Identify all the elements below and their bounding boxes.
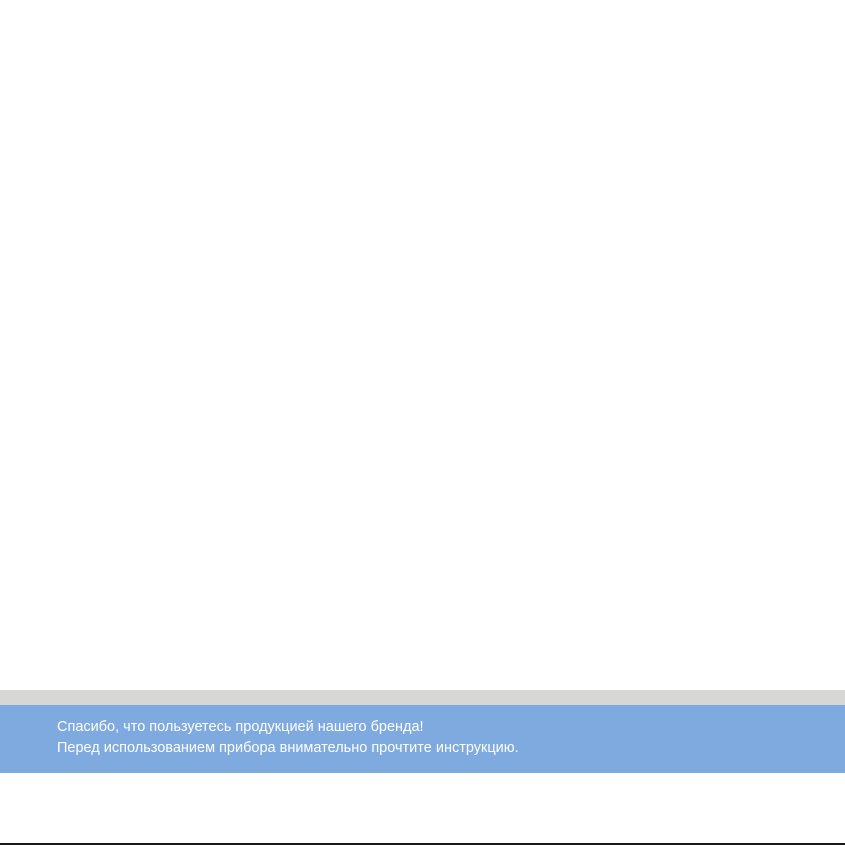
document-page: Спасибо, что пользуетесь продукцией наше… xyxy=(0,0,845,845)
thank-you-text: Спасибо, что пользуетесь продукцией наше… xyxy=(57,719,424,735)
blank-area xyxy=(0,0,845,690)
grey-divider-stripe xyxy=(0,690,845,705)
notice-banner: Спасибо, что пользуетесь продукцией наше… xyxy=(0,705,845,773)
read-instructions-text: Перед использованием прибора внимательно… xyxy=(57,740,519,756)
